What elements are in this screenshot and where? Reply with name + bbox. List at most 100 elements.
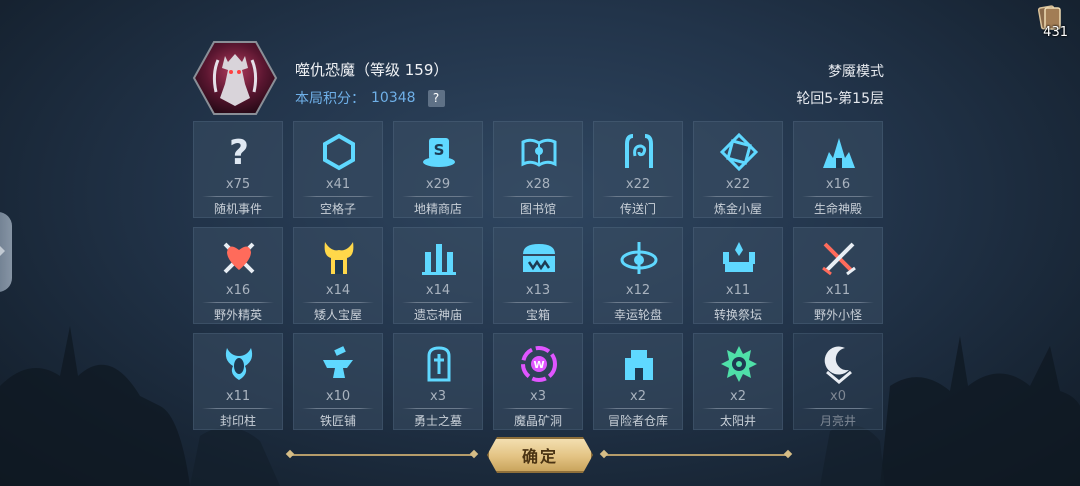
event-cell[interactable]: x14 矮人宝屋 (293, 227, 383, 324)
cell-divider (802, 196, 874, 197)
boss-header: 噬仇恐魔（等级 159） 本局积分： 10348? 梦魇模式 轮回5-第15层 (192, 40, 884, 115)
event-cell[interactable]: x16 生命神殿 (793, 121, 883, 218)
event-name: 矮人宝屋 (313, 308, 362, 322)
anvil-icon (323, 346, 353, 378)
boss-avatar (192, 41, 278, 115)
chest-icon (523, 244, 555, 272)
score-label: 本局积分： (295, 91, 365, 107)
event-cell[interactable]: x41 空格子 (293, 121, 383, 218)
event-count: x75 (225, 177, 251, 192)
event-count: x2 (730, 389, 746, 404)
temple-icon (823, 138, 855, 168)
footer-divider-right (604, 454, 788, 456)
event-count: x11 (825, 283, 851, 298)
event-cell[interactable]: ? x75 随机事件 (193, 121, 283, 218)
event-name: 勇士之墓 (413, 414, 462, 428)
cell-divider (302, 302, 374, 303)
altar-icon (723, 242, 755, 272)
event-name: 太阳井 (719, 414, 756, 428)
score-line: 本局积分： 10348? (295, 88, 445, 108)
crystal-mine-icon: W (521, 346, 557, 382)
cell-divider (702, 302, 774, 303)
alchemy-icon (719, 132, 759, 172)
event-cell[interactable]: x22 传送门 (593, 121, 683, 218)
card-count: 431 (1043, 25, 1068, 40)
event-cell[interactable]: x14 遗忘神庙 (393, 227, 483, 324)
event-cell[interactable]: x16 野外精英 (193, 227, 283, 324)
event-count: x16 (825, 177, 851, 192)
portal-icon (625, 134, 653, 168)
event-cell[interactable]: x2 冒险者仓库 (593, 333, 683, 430)
cell-divider (202, 196, 274, 197)
score-help-button[interactable]: ? (427, 89, 445, 107)
event-count: x13 (525, 283, 551, 298)
event-count: x0 (830, 389, 846, 404)
difficulty-mode: 梦魇模式 (828, 64, 884, 80)
event-cell[interactable]: x22 炼金小屋 (693, 121, 783, 218)
cell-divider (202, 408, 274, 409)
boss-name: 噬仇恐魔（等级 159） (295, 61, 449, 79)
event-name: 幸运轮盘 (613, 308, 662, 322)
cell-divider (702, 196, 774, 197)
event-cell[interactable]: x13 宝箱 (493, 227, 583, 324)
event-count: x16 (225, 283, 251, 298)
event-name: 空格子 (319, 202, 356, 216)
score-value: 10348 (371, 90, 416, 106)
event-cell[interactable]: x11 野外小怪 (793, 227, 883, 324)
event-cell[interactable]: Sx29 地精商店 (393, 121, 483, 218)
event-count: x3 (430, 389, 446, 404)
crossed-swords-icon (822, 242, 856, 276)
event-count: x12 (625, 283, 651, 298)
event-name: 封印柱 (219, 414, 256, 428)
cell-divider (402, 408, 474, 409)
event-count: x28 (525, 177, 551, 192)
event-cell[interactable]: x11 转换祭坛 (693, 227, 783, 324)
floor-indicator: 轮回5-第15层 (796, 91, 884, 107)
event-name: 野外精英 (213, 308, 262, 322)
event-cell[interactable]: x0 月亮井 (793, 333, 883, 430)
cell-divider (802, 408, 874, 409)
event-cell[interactable]: x28 图书馆 (493, 121, 583, 218)
cell-divider (402, 196, 474, 197)
event-name: 冒险者仓库 (607, 414, 668, 428)
event-name: 铁匠铺 (319, 414, 356, 428)
cell-divider (602, 196, 674, 197)
cell-divider (802, 302, 874, 303)
event-cell[interactable]: x10 铁匠铺 (293, 333, 383, 430)
event-name: 炼金小屋 (713, 202, 762, 216)
book-icon (521, 138, 557, 167)
elite-icon (223, 242, 255, 274)
svg-text:W: W (533, 360, 544, 371)
event-count: x10 (325, 389, 351, 404)
confirm-button[interactable]: 确定 (487, 437, 593, 473)
moonwell-icon (824, 346, 852, 384)
svg-text:?: ? (229, 133, 249, 172)
wheel-icon (620, 242, 658, 274)
event-count: x22 (625, 177, 651, 192)
cell-divider (302, 408, 374, 409)
cell-divider (602, 408, 674, 409)
sunwell-icon (721, 346, 757, 382)
event-count: x22 (725, 177, 751, 192)
event-name: 宝箱 (525, 308, 550, 322)
cell-divider (702, 408, 774, 409)
card-counter[interactable]: 431 (1028, 4, 1068, 40)
event-cell[interactable]: Wx3 魔晶矿洞 (493, 333, 583, 430)
dwarf-icon (324, 242, 354, 274)
event-cell[interactable]: x11 封印柱 (193, 333, 283, 430)
event-count: x14 (325, 283, 351, 298)
event-count: x29 (425, 177, 451, 192)
event-name: 魔晶矿洞 (513, 414, 562, 428)
event-cell[interactable]: x12 幸运轮盘 (593, 227, 683, 324)
cell-divider (502, 408, 574, 409)
hexagon-icon (323, 133, 355, 171)
shop-icon: S (423, 138, 455, 167)
side-drawer-tab[interactable] (0, 212, 12, 292)
event-name: 图书馆 (519, 202, 556, 216)
event-cell[interactable]: x3 勇士之墓 (393, 333, 483, 430)
event-name: 地精商店 (413, 202, 462, 216)
event-cell[interactable]: x2 太阳井 (693, 333, 783, 430)
cell-divider (502, 302, 574, 303)
event-name: 生命神殿 (813, 202, 862, 216)
event-name: 遗忘神庙 (413, 308, 462, 322)
